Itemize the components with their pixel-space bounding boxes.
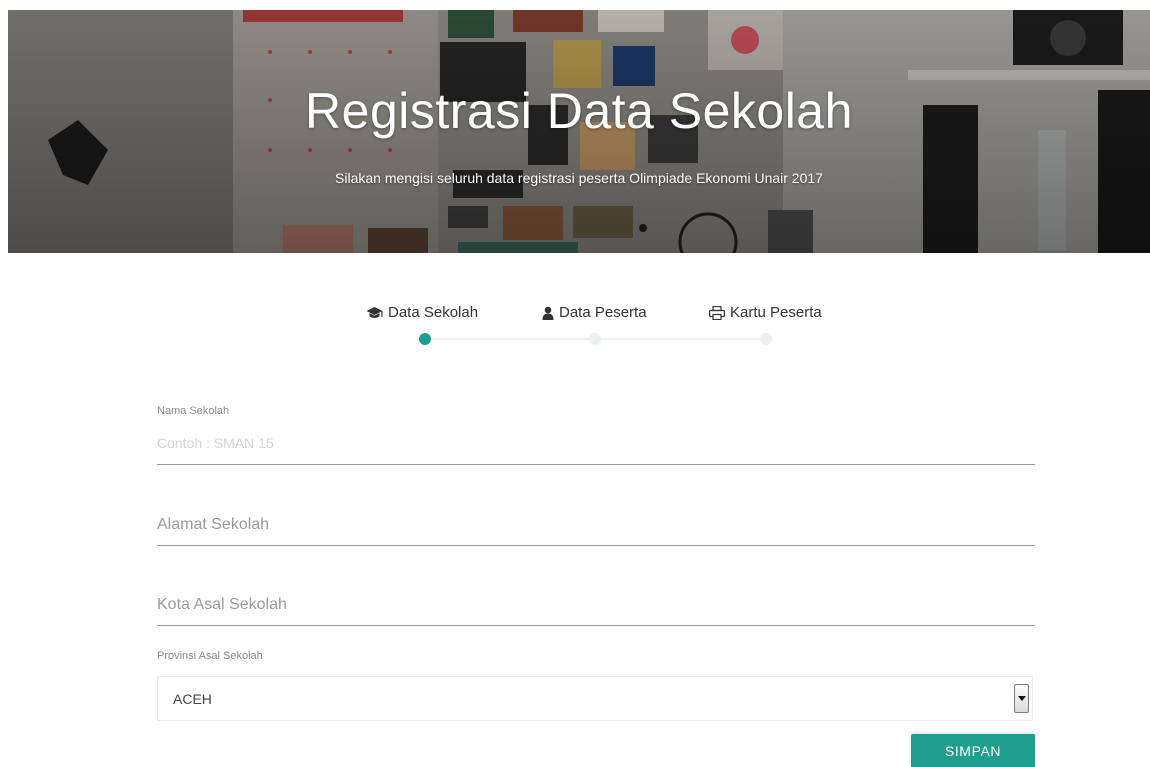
print-icon xyxy=(709,305,725,320)
provinsi-select[interactable]: ACEH xyxy=(157,676,1033,721)
user-icon xyxy=(542,306,554,320)
provinsi-selected-value: ACEH xyxy=(173,691,212,707)
alamat-sekolah-field xyxy=(157,514,1035,546)
provinsi-label: Provinsi Asal Sekolah xyxy=(157,650,263,662)
dropdown-toggle[interactable] xyxy=(1014,684,1029,713)
step-label-text: Kartu Peserta xyxy=(730,304,822,321)
simpan-button[interactable]: SIMPAN xyxy=(911,734,1035,767)
nama-sekolah-label: Nama Sekolah xyxy=(157,405,230,417)
registration-stepper: Data Sekolah Data Peserta Kartu Peserta xyxy=(0,300,1150,350)
step-data-sekolah[interactable]: Data Sekolah xyxy=(366,304,478,321)
provinsi-field-label-wrap: Provinsi Asal Sekolah xyxy=(157,650,1035,662)
step-indicator-active xyxy=(419,333,431,345)
page-subtitle: Silakan mengisi seluruh data registrasi … xyxy=(335,170,823,186)
nama-sekolah-input[interactable] xyxy=(157,432,1035,465)
chevron-down-icon xyxy=(1017,696,1026,701)
step-data-peserta[interactable]: Data Peserta xyxy=(542,304,647,321)
graduation-cap-icon xyxy=(366,306,383,320)
step-indicator xyxy=(589,333,601,345)
step-label-text: Data Sekolah xyxy=(388,304,479,321)
hero-banner: Registrasi Data Sekolah Silakan mengisi … xyxy=(8,10,1150,253)
step-kartu-peserta[interactable]: Kartu Peserta xyxy=(709,304,822,321)
step-indicator xyxy=(760,333,772,345)
page-title: Registrasi Data Sekolah xyxy=(305,83,853,139)
step-label-text: Data Peserta xyxy=(559,304,647,321)
alamat-sekolah-input[interactable] xyxy=(157,514,1035,546)
kota-asal-field xyxy=(157,594,1035,626)
kota-asal-sekolah-input[interactable] xyxy=(157,594,1035,626)
nama-sekolah-field: Nama Sekolah xyxy=(157,405,1035,465)
